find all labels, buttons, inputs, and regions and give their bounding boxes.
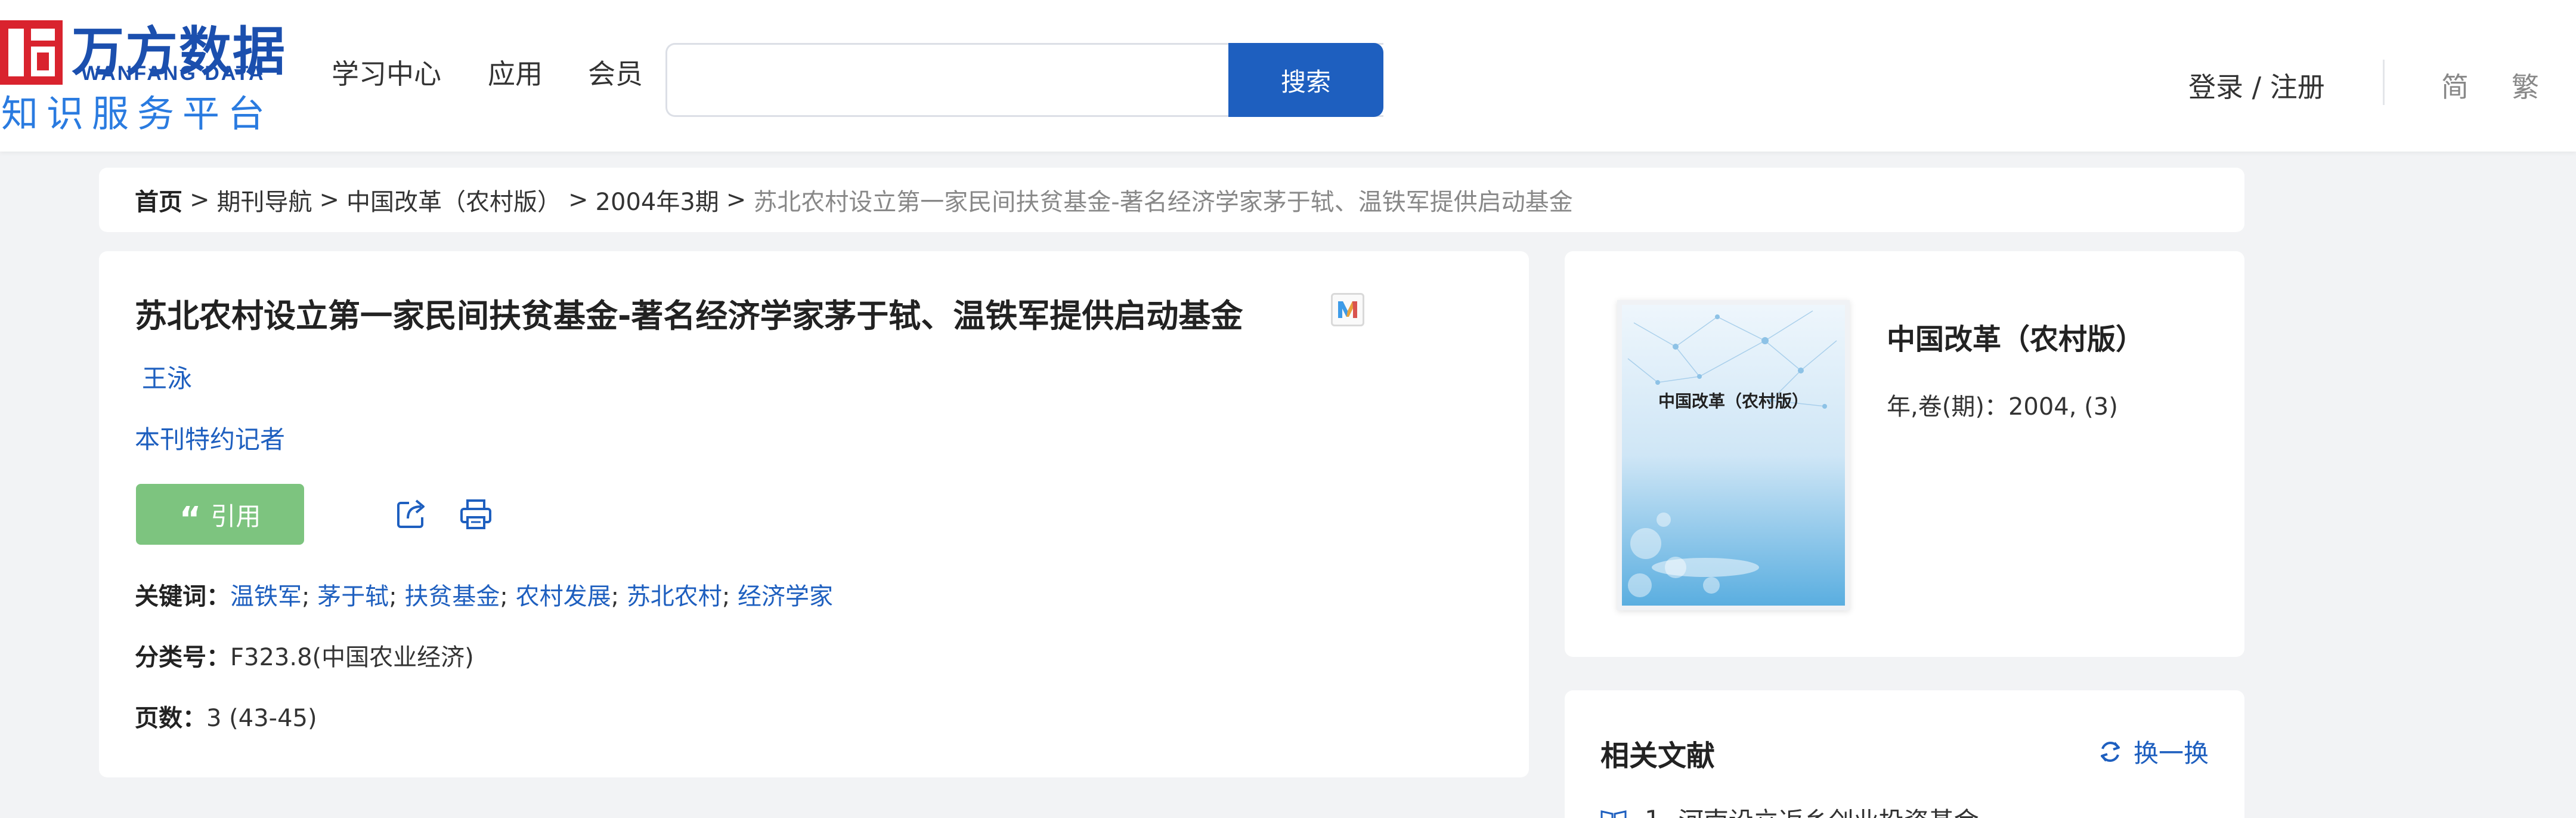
- journal-info-card: 中国改革（农村版） 中国改革（农村版） 年,卷(期)：2004, (3): [1565, 251, 2244, 657]
- article-detail-card: 苏北农村设立第一家民间扶贫基金-著名经济学家茅于轼、温铁军提供启动基金 王泳 本…: [99, 251, 1529, 777]
- breadcrumb-journal[interactable]: 中国改革（农村版）: [346, 183, 561, 217]
- logo-name-en: WANFANG DATA: [81, 62, 265, 85]
- breadcrumb-current: 苏北农村设立第一家民间扶贫基金-著名经济学家茅于轼、温铁军提供启动基金: [753, 189, 1573, 216]
- m-logo-icon: [1338, 301, 1357, 318]
- keyword-link[interactable]: 农村发展: [516, 583, 611, 610]
- nav-apps[interactable]: 应用: [488, 53, 543, 92]
- journal-cover-image[interactable]: 中国改革（农村版）: [1617, 300, 1850, 610]
- year-volume-value: 2004, (3): [2008, 393, 2118, 421]
- journal-year-volume: 年,卷(期)：2004, (3): [1887, 387, 2118, 422]
- classification-row: 分类号：F323.8(中国农业经济): [135, 638, 474, 672]
- breadcrumb-issue[interactable]: 2004年3期: [596, 183, 719, 217]
- keyword-link[interactable]: 苏北农村: [627, 583, 722, 610]
- keywords-label: 关键词：: [135, 583, 230, 610]
- refresh-label: 换一换: [2133, 739, 2209, 768]
- pages-value: 3 (43-45): [206, 705, 317, 732]
- related-literature-card: 相关文献 换一换 1 河南设立返乡创业投资基金: [1565, 690, 2244, 818]
- year-volume-label: 年,卷(期)：: [1887, 393, 2008, 421]
- nav-membership[interactable]: 会员: [588, 53, 643, 92]
- wanfang-logo-mark: [0, 20, 63, 85]
- cite-button[interactable]: “ 引用: [136, 484, 304, 545]
- journal-name-link[interactable]: 中国改革（农村版）: [1887, 316, 2144, 357]
- pages-row: 页数：3 (43-45): [135, 699, 317, 733]
- keywords-row: 关键词：温铁军; 茅于轼; 扶贫基金; 农村发展; 苏北农村; 经济学家: [135, 577, 833, 612]
- wanfang-logo[interactable]: 万方数据 WANFANG DATA 知识服务平台: [0, 13, 285, 135]
- pages-label: 页数：: [135, 705, 206, 732]
- keyword-link[interactable]: 温铁军: [230, 583, 302, 610]
- related-item-title[interactable]: 河南设立返乡创业投资基金: [1679, 801, 1979, 818]
- book-icon: [1600, 810, 1627, 818]
- author-link[interactable]: 王泳: [142, 359, 192, 395]
- related-title: 相关文献: [1600, 739, 1716, 773]
- nav-learning-center[interactable]: 学习中心: [332, 53, 441, 92]
- keyword-separator: ;: [722, 583, 730, 610]
- author-organization-link[interactable]: 本刊特约记者: [135, 419, 285, 456]
- lang-traditional-button[interactable]: 繁: [2512, 66, 2539, 105]
- m-badge-icon[interactable]: [1331, 293, 1364, 326]
- search-button[interactable]: 搜索: [1228, 43, 1383, 117]
- header-divider: [2383, 60, 2385, 105]
- keyword-link[interactable]: 经济学家: [738, 583, 833, 610]
- breadcrumb-journal-nav[interactable]: 期刊导航: [217, 183, 312, 217]
- breadcrumb-separator: >: [319, 186, 340, 214]
- print-icon[interactable]: [458, 496, 494, 532]
- refresh-icon: [2100, 741, 2120, 762]
- cover-title: 中国改革（农村版）: [1658, 391, 1809, 411]
- breadcrumb-separator: >: [568, 186, 589, 214]
- related-list-item[interactable]: 1 河南设立返乡创业投资基金: [1600, 801, 1979, 818]
- top-header: 万方数据 WANFANG DATA 知识服务平台 学习中心 应用 会员 搜索 登…: [0, 0, 2576, 152]
- keyword-separator: ;: [611, 583, 620, 610]
- breadcrumb-separator: >: [726, 186, 747, 214]
- classification-value: F323.8(中国农业经济): [230, 644, 474, 671]
- breadcrumb-home[interactable]: 首页: [135, 183, 182, 217]
- keyword-separator: ;: [500, 583, 508, 610]
- login-register-link[interactable]: 登录 / 注册: [2188, 66, 2325, 105]
- keyword-link[interactable]: 茅于轼: [317, 583, 389, 610]
- breadcrumb: 首页 > 期刊导航 > 中国改革（农村版） > 2004年3期 > 苏北农村设立…: [99, 168, 2244, 232]
- refresh-button[interactable]: 换一换: [2098, 733, 2209, 770]
- quote-icon: “: [179, 500, 202, 539]
- related-item-index: 1: [1645, 805, 1661, 818]
- cover-art: [1622, 305, 1845, 606]
- keyword-link[interactable]: 扶贫基金: [404, 583, 500, 610]
- lang-simplified-button[interactable]: 简: [2441, 66, 2469, 105]
- keyword-separator: ;: [302, 583, 310, 610]
- logo-subtitle: 知识服务平台: [1, 92, 274, 135]
- keyword-separator: ;: [389, 583, 397, 610]
- share-icon[interactable]: [394, 496, 429, 532]
- classification-label: 分类号：: [135, 644, 230, 671]
- breadcrumb-separator: >: [190, 186, 210, 214]
- cite-button-label: 引用: [210, 501, 261, 531]
- article-title: 苏北农村设立第一家民间扶贫基金-著名经济学家茅于轼、温铁军提供启动基金: [135, 297, 1243, 335]
